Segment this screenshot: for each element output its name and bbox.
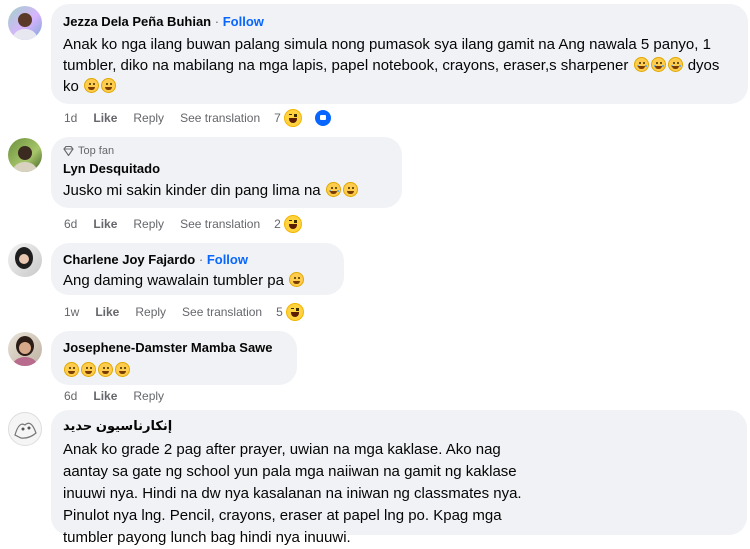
timestamp[interactable]: 6d [64,389,77,403]
avatar-photo [15,247,33,269]
comment-text: Anak ko nga ilang buwan palang simula no… [63,34,736,97]
reply-button[interactable]: Reply [133,217,164,231]
comment-author[interactable]: Josephene-Damster Mamba Sawe [63,339,285,356]
comment-bubble: Josephene-Damster Mamba Sawe [51,331,297,385]
laugh-emoji [64,362,79,377]
reply-button[interactable]: Reply [133,389,164,403]
haha-reaction-icon [285,303,304,321]
avatar[interactable] [8,6,42,40]
crying-emoji [650,57,666,72]
comment-actions: 1w Like Reply See translation 5 [64,303,336,321]
grin-emoji [289,272,305,287]
like-reaction-icon [313,109,332,127]
like-button[interactable]: Like [95,305,119,319]
reply-button[interactable]: Reply [133,111,164,125]
badge-label: Top fan [78,145,115,157]
comment-actions: 1d Like Reply See translation 7 [64,109,364,127]
like-button[interactable]: Like [93,111,117,125]
comment-text: Ang daming wawalain tumbler pa [63,270,332,291]
comment-text: Jusko mi sakin kinder din pang lima na [63,180,390,201]
laugh-emoji [81,362,96,377]
haha-reaction-icon [283,109,302,127]
diamond-icon [63,146,74,156]
comment-author[interactable]: Jezza Dela Peña Buhian · Follow [63,13,736,30]
author-name[interactable]: Lyn Desquitado [63,161,160,176]
author-name[interactable]: إنكارناسيون حديد [63,418,172,433]
laugh-emoji [115,362,130,377]
comment-bubble: Jezza Dela Peña Buhian · Follow Anak ko … [51,4,748,104]
reaction-count: 5 [276,305,283,319]
reply-button[interactable]: Reply [135,305,166,319]
reaction-summary[interactable]: 7 [274,109,348,127]
timestamp[interactable]: 1w [64,305,79,319]
comment-text [63,360,285,381]
timestamp[interactable]: 6d [64,217,77,231]
comment-body: Anak ko grade 2 pag after prayer, uwian … [63,441,522,546]
avatar-photo [14,422,37,439]
avatar-photo [13,13,37,40]
avatar-photo [13,336,37,366]
timestamp[interactable]: 1d [64,111,77,125]
comment-bubble: Charlene Joy Fajardo · Follow Ang daming… [51,243,344,295]
comment-author[interactable]: Lyn Desquitado [63,160,390,177]
like-button[interactable]: Like [93,389,117,403]
separator: · [214,14,220,29]
crying-emoji [667,57,683,72]
comment-actions: 6d Like Reply [64,388,180,404]
reaction-summary[interactable]: 2 [274,215,318,233]
see-translation-link[interactable]: See translation [182,305,262,319]
grin-emoji [84,78,100,93]
avatar[interactable] [8,243,42,277]
reaction-summary[interactable]: 5 [276,303,320,321]
avatar[interactable] [8,332,42,366]
follow-button[interactable]: Follow [207,252,248,267]
top-fan-badge: Top fan [63,144,390,158]
avatar-photo [13,146,37,172]
see-translation-link[interactable]: See translation [180,111,260,125]
like-button[interactable]: Like [93,217,117,231]
comment-author[interactable]: إنكارناسيون حديد [63,417,735,434]
grin-emoji [101,78,117,93]
haha-reaction-icon [283,215,302,233]
reaction-count: 7 [274,111,281,125]
comment-bubble: إنكارناسيون حديد Anak ko grade 2 pag aft… [51,410,747,546]
avatar[interactable] [8,412,42,446]
comment-actions: 6d Like Reply See translation 2 [64,215,334,233]
author-name[interactable]: Jezza Dela Peña Buhian [63,14,211,29]
crying-emoji [633,57,649,72]
follow-button[interactable]: Follow [223,14,264,29]
avatar[interactable] [8,138,42,172]
see-translation-link[interactable]: See translation [180,217,260,231]
author-name[interactable]: Josephene-Damster Mamba Sawe [63,340,273,355]
comment-body: Jusko mi sakin kinder din pang lima na [63,182,321,199]
laugh-emoji [342,182,358,197]
comment-author[interactable]: Charlene Joy Fajardo · Follow [63,251,332,268]
comment-bubble: Top fan Lyn Desquitado Jusko mi sakin ki… [51,137,402,208]
comment-body: Ang daming wawalain tumbler pa [63,272,284,289]
separator: · [198,252,204,267]
author-name[interactable]: Charlene Joy Fajardo [63,252,195,267]
crying-emoji [325,182,341,197]
laugh-emoji [98,362,113,377]
comment-text: Anak ko grade 2 pag after prayer, uwian … [63,439,533,549]
comment-body: Anak ko nga ilang buwan palang simula no… [63,36,711,74]
reaction-count: 2 [274,217,281,231]
